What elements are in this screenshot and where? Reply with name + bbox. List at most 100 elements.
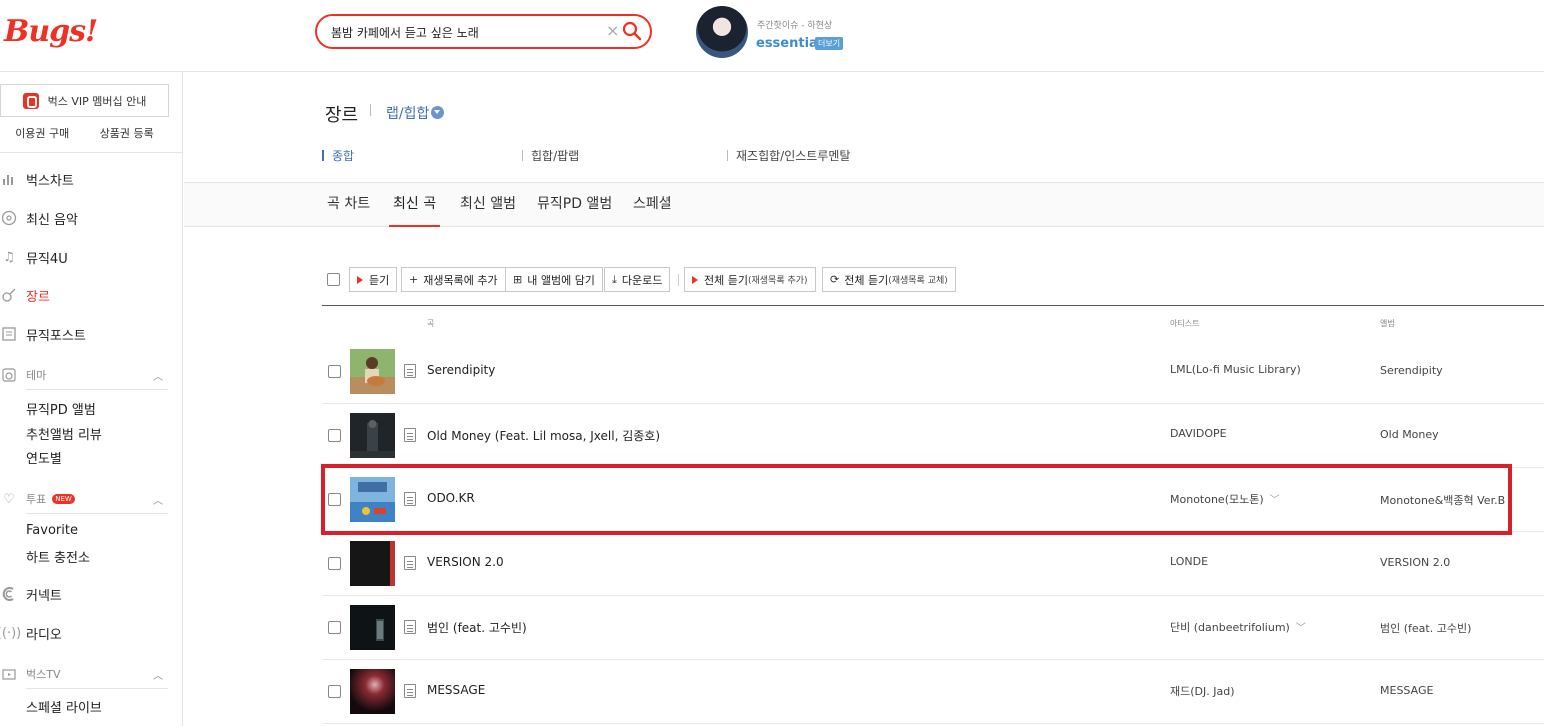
bugs-logo[interactable]: Bugs! bbox=[4, 14, 98, 49]
album-art[interactable] bbox=[350, 605, 395, 650]
search-icon[interactable] bbox=[621, 20, 643, 42]
row-checkbox[interactable] bbox=[328, 557, 341, 570]
select-all-checkbox[interactable] bbox=[327, 273, 340, 286]
play-button[interactable]: 듣기 bbox=[349, 267, 398, 292]
album-art[interactable] bbox=[350, 349, 395, 394]
add-album-button[interactable]: ⊞ 내 앨범에 담기 bbox=[505, 267, 603, 292]
table-row[interactable]: 범인 (feat. 고수빈) 단비 (danbeetrifolium) ﹀ 범인 … bbox=[322, 596, 1544, 660]
search-box[interactable]: × bbox=[315, 14, 652, 49]
sidebar-sub-item[interactable]: 스페셜 라이브 bbox=[26, 697, 102, 716]
artist-name[interactable]: 재드(DJ. Jad) bbox=[1170, 683, 1235, 699]
artist-label: 단비 (danbeetrifolium) bbox=[1170, 621, 1290, 634]
song-title[interactable]: Serendipity bbox=[427, 363, 495, 377]
sidebar-sub-links: 이용권 구매 상품권 등록 bbox=[0, 125, 169, 143]
bar-chart-icon bbox=[0, 170, 18, 188]
chevron-down-icon[interactable]: ﹀ bbox=[1296, 619, 1306, 634]
artist-name[interactable]: DAVIDOPE bbox=[1170, 427, 1227, 440]
table-top-border bbox=[322, 305, 1544, 306]
tab-new-songs[interactable]: 최신 곡 bbox=[389, 193, 441, 227]
album-name[interactable]: Serendipity bbox=[1380, 364, 1443, 377]
tab-musicpd-albums[interactable]: 뮤직PD 앨범 bbox=[537, 193, 612, 227]
play-all-replace-button[interactable]: ⟳ 전체 듣기 (재생목록 교체) bbox=[822, 267, 956, 292]
sidebar-item-chart[interactable]: 벅스차트 bbox=[0, 168, 183, 190]
album-name[interactable]: VERSION 2.0 bbox=[1380, 556, 1450, 569]
tab-new-albums[interactable]: 최신 앨범 bbox=[460, 193, 516, 227]
divider bbox=[26, 513, 168, 514]
download-button[interactable]: ⤓ 다운로드 bbox=[604, 267, 671, 292]
album-name[interactable]: Old Money bbox=[1380, 428, 1439, 441]
song-title[interactable]: 범인 (feat. 고수빈) bbox=[427, 619, 527, 636]
album-art[interactable] bbox=[350, 413, 395, 458]
song-title[interactable]: VERSION 2.0 bbox=[427, 555, 504, 569]
sidebar-item-new-music[interactable]: 최신 음악 bbox=[0, 207, 183, 229]
album-name[interactable]: MESSAGE bbox=[1380, 684, 1433, 697]
add-playlist-button[interactable]: + 재생목록에 추가 bbox=[401, 267, 506, 292]
sidebar-sub-item[interactable]: Favorite bbox=[26, 523, 78, 538]
play-all-add-button[interactable]: 전체 듣기 (재생목록 추가) bbox=[684, 267, 816, 292]
promo-more-button[interactable]: 더보기 bbox=[815, 37, 844, 50]
album-add-icon: ⊞ bbox=[513, 273, 523, 286]
sidebar-item-music4u[interactable]: ♫ 뮤직4U bbox=[0, 246, 183, 268]
row-checkbox[interactable] bbox=[328, 685, 341, 698]
artist-name[interactable]: LML(Lo-fi Music Library) bbox=[1170, 363, 1301, 376]
album-art[interactable] bbox=[350, 669, 395, 714]
artist-name[interactable]: 단비 (danbeetrifolium) ﹀ bbox=[1170, 619, 1306, 635]
search-input[interactable] bbox=[331, 22, 591, 42]
subcategory-all[interactable]: 종합 bbox=[322, 147, 354, 164]
replace-icon: ⟳ bbox=[830, 273, 840, 286]
artist-name[interactable]: LONDE bbox=[1170, 555, 1208, 568]
chevron-up-icon[interactable]: ︿ bbox=[153, 492, 163, 507]
music-note-icon: ♫ bbox=[3, 249, 15, 265]
sidebar-sub-item[interactable]: 하트 충전소 bbox=[26, 547, 90, 566]
genre-selector[interactable]: 랩/힙합 bbox=[386, 103, 429, 123]
sidebar-item-connect[interactable]: 커넥트 bbox=[0, 583, 183, 605]
sidebar-item-genre[interactable]: 장르 bbox=[0, 284, 183, 306]
promo-avatar[interactable] bbox=[696, 6, 748, 58]
lyrics-icon[interactable] bbox=[404, 428, 416, 442]
sidebar-sub-item[interactable]: 연도별 bbox=[26, 448, 62, 467]
bar-marker bbox=[322, 150, 324, 161]
album-art[interactable] bbox=[350, 541, 395, 586]
sidebar-sub-item[interactable]: 뮤직PD 앨범 bbox=[26, 399, 96, 418]
song-title[interactable]: Old Money (Feat. Lil mosa, Jxell, 김종호) bbox=[427, 427, 660, 444]
lyrics-icon[interactable] bbox=[404, 364, 416, 378]
promo-banner[interactable]: 주간핫이슈 - 하현상 essential; 더보기 bbox=[696, 6, 896, 62]
tab-chart[interactable]: 곡 차트 bbox=[327, 193, 370, 227]
column-header-artist: 아티스트 bbox=[1170, 319, 1200, 328]
sidebar-item-label: 뮤직4U bbox=[26, 251, 68, 267]
top-header: Bugs! × 주간핫이슈 - 하현상 essential; 더보기 bbox=[0, 0, 1544, 72]
sidebar-item-label: 벅스차트 bbox=[26, 173, 74, 189]
album-name[interactable]: 범인 (feat. 고수빈) bbox=[1380, 620, 1471, 636]
lyrics-icon[interactable] bbox=[404, 556, 416, 570]
vip-membership-button[interactable]: 벅스 VIP 멤버십 안내 bbox=[0, 84, 169, 117]
sidebar-group-label: 테마 bbox=[26, 369, 47, 382]
chevron-down-icon[interactable] bbox=[431, 106, 444, 119]
buy-pass-link[interactable]: 이용권 구매 bbox=[0, 125, 85, 143]
chevron-up-icon[interactable]: ︿ bbox=[153, 368, 163, 383]
row-checkbox[interactable] bbox=[328, 429, 341, 442]
button-label: 내 앨범에 담기 bbox=[527, 273, 595, 287]
table-row[interactable]: VERSION 2.0 LONDE VERSION 2.0 bbox=[322, 532, 1544, 596]
lyrics-icon[interactable] bbox=[404, 620, 416, 634]
sidebar: 벅스 VIP 멤버십 안내 이용권 구매 상품권 등록 벅스차트 최신 음악 ♫… bbox=[0, 72, 183, 726]
chevron-up-icon[interactable]: ︿ bbox=[153, 667, 163, 682]
tab-special[interactable]: 스페셜 bbox=[633, 193, 672, 227]
vip-label: 벅스 VIP 멤버십 안내 bbox=[47, 94, 147, 108]
clear-icon[interactable]: × bbox=[606, 21, 619, 40]
table-row[interactable]: Serendipity LML(Lo-fi Music Library) Ser… bbox=[322, 340, 1544, 404]
song-title[interactable]: MESSAGE bbox=[427, 683, 485, 697]
lyrics-icon[interactable] bbox=[404, 684, 416, 698]
sidebar-item-musicpost[interactable]: 뮤직포스트 bbox=[0, 323, 183, 345]
page-title: 장르 bbox=[325, 105, 359, 126]
table-row[interactable]: MESSAGE 재드(DJ. Jad) MESSAGE bbox=[322, 660, 1544, 724]
sidebar-item-radio[interactable]: ((·)) 라디오 bbox=[0, 622, 183, 644]
plus-icon: + bbox=[409, 273, 419, 286]
table-row[interactable]: Old Money (Feat. Lil mosa, Jxell, 김종호) D… bbox=[322, 404, 1544, 468]
row-checkbox[interactable] bbox=[328, 365, 341, 378]
register-giftcard-link[interactable]: 상품권 등록 bbox=[85, 125, 170, 143]
subcategory-hiphop[interactable]: 힙합/팝랩 bbox=[522, 147, 579, 164]
divider bbox=[26, 688, 168, 689]
row-checkbox[interactable] bbox=[328, 621, 341, 634]
subcategory-jazzhiphop[interactable]: 재즈힙합/인스트루멘탈 bbox=[727, 147, 850, 164]
sidebar-sub-item[interactable]: 추천앨범 리뷰 bbox=[26, 424, 102, 443]
